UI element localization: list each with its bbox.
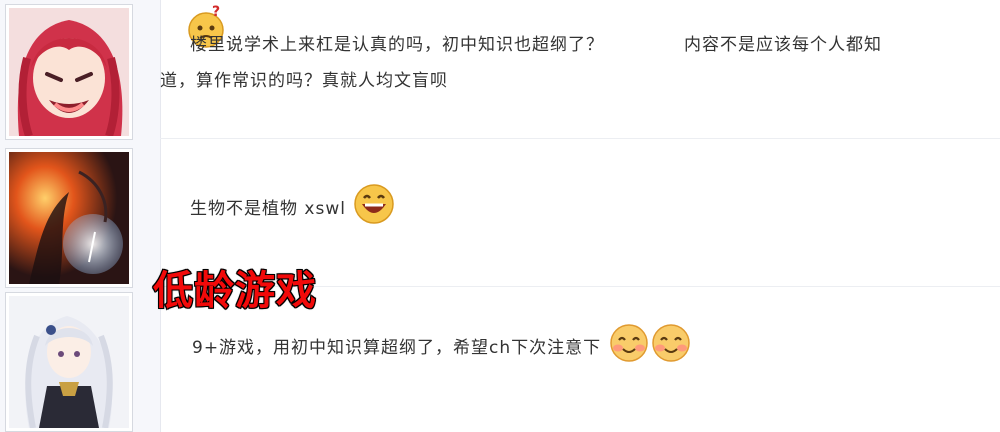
blushing-face-emoji [650,322,692,374]
comment-2-text: 生物不是植物 xswl [190,199,346,219]
user-avatar-2[interactable] [5,148,133,288]
red-haired-anime-girl-avatar [9,8,129,136]
svg-text:?: ? [212,4,220,20]
comment-1-line1: 楼里说学术上来杠是认真的吗，初中知识也超纲了？ [190,35,604,55]
comment-1-line1-tail: 内容不是应该每个人都知 [684,35,882,55]
dark-fire-fantasy-avatar [9,152,129,284]
comment-1-line2: 道，算作常识的吗？真就人均文盲呗 [160,71,448,91]
redacted-area [604,35,684,55]
blushing-face-emoji [608,322,650,374]
comment-3-text: 9+游戏，用初中知识算超纲了，希望ch下次注意下 [192,338,602,358]
comment-text-3: 9+游戏，用初中知识算超纲了，希望ch下次注意下 [192,322,692,374]
comment-thread: ? 楼里说学术上来杠是认真的吗，初中知识也超纲了？ 内容不是应该每个人都知 道，算… [0,0,1000,432]
comment-text-2: 生物不是植物 xswl [190,182,396,236]
user-avatar-3[interactable] [5,292,133,432]
laughing-face-emoji [352,182,396,236]
user-avatar-1[interactable] [5,4,133,140]
overlay-caption: 低龄游戏 [152,267,317,315]
comment-text-1: 楼里说学术上来杠是认真的吗，初中知识也超纲了？ 内容不是应该每个人都知 道，算作常… [160,30,990,91]
avatar-column [0,0,161,432]
white-haired-anime-girl-avatar [9,296,129,428]
comment-post-1: ? 楼里说学术上来杠是认真的吗，初中知识也超纲了？ 内容不是应该每个人都知 道，算… [160,0,1000,139]
